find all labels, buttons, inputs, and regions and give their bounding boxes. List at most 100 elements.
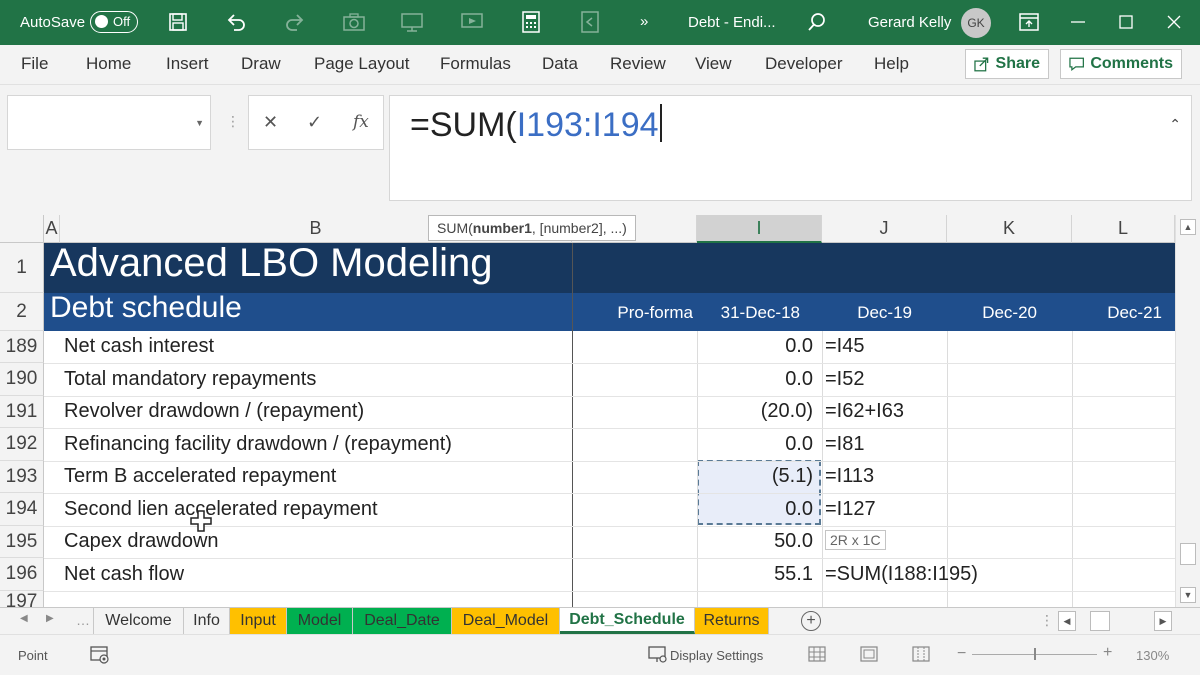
formula-bar-resize-handle[interactable]: ⋮	[226, 113, 240, 130]
zoom-in-button[interactable]: +	[1103, 644, 1112, 662]
tab-help[interactable]: Help	[874, 54, 909, 74]
autosave-toggle[interactable]: Off	[90, 11, 138, 33]
screen-share-icon[interactable]	[460, 10, 484, 34]
cell-label-194[interactable]: Second lien accelerated repayment	[64, 498, 378, 521]
tab-home[interactable]: Home	[86, 54, 131, 74]
column-header-a[interactable]: A	[44, 215, 60, 243]
collapse-formula-bar-icon[interactable]: ⌃	[1169, 116, 1181, 133]
horizontal-scrollbar[interactable]: ◀ ▶	[1058, 611, 1176, 631]
maximize-icon[interactable]	[1114, 10, 1138, 34]
row-header-1[interactable]: 1	[0, 243, 44, 293]
tab-formulas[interactable]: Formulas	[440, 54, 511, 74]
cell-formula-j193[interactable]: =I113	[825, 465, 874, 488]
scroll-tabs-right-icon[interactable]: ▶	[46, 613, 54, 624]
formula-input[interactable]: =SUM(I193:I194 ⌃	[389, 95, 1192, 201]
cell-value-i194[interactable]: 0.0	[697, 498, 813, 521]
sheet-tab-debt-schedule[interactable]: Debt_Schedule	[560, 608, 695, 634]
row-header-192[interactable]: 192	[0, 428, 44, 461]
cell-value-i193[interactable]: (5.1)	[697, 465, 813, 488]
tab-review[interactable]: Review	[610, 54, 666, 74]
header-dec-21[interactable]: Dec-21	[1072, 303, 1162, 323]
page-break-preview-icon[interactable]	[912, 646, 930, 665]
sheet-tab-deal-model[interactable]: Deal_Model	[452, 608, 560, 634]
tab-draw[interactable]: Draw	[241, 54, 281, 74]
cell-label-193[interactable]: Term B accelerated repayment	[64, 465, 336, 488]
chevron-down-icon[interactable]: ▼	[195, 118, 204, 128]
cell-value-i191[interactable]: (20.0)	[697, 400, 813, 423]
save-icon[interactable]	[166, 10, 190, 34]
row-header-191[interactable]: 191	[0, 396, 44, 428]
cell-formula-j191[interactable]: =I62+I63	[825, 400, 904, 423]
minimize-icon[interactable]	[1066, 10, 1090, 34]
column-header-i[interactable]: I	[697, 215, 822, 243]
tab-view[interactable]: View	[695, 54, 732, 74]
share-button[interactable]: Share	[965, 49, 1049, 79]
sheet-tab-input[interactable]: Input	[230, 608, 287, 634]
sheet-tab-info[interactable]: Info	[184, 608, 230, 634]
zoom-out-button[interactable]: −	[957, 645, 966, 663]
sheet-tab-returns[interactable]: Returns	[695, 608, 769, 634]
avatar[interactable]: GK	[961, 8, 991, 38]
cell-formula-j194[interactable]: =I127	[825, 498, 876, 521]
cell-value-i189[interactable]: 0.0	[697, 335, 813, 358]
cell-label-196[interactable]: Net cash flow	[64, 563, 184, 586]
ribbon-display-icon[interactable]	[1017, 10, 1041, 34]
zoom-level[interactable]: 130%	[1136, 648, 1169, 663]
cell-formula-j189[interactable]: =I45	[825, 335, 864, 358]
row-header-196[interactable]: 196	[0, 558, 44, 591]
sheet-tab-model[interactable]: Model	[287, 608, 353, 634]
vertical-scrollbar[interactable]: ▲ ▼	[1175, 215, 1200, 607]
header-31-dec-18[interactable]: 31-Dec-18	[697, 303, 800, 323]
scroll-tabs-left-icon[interactable]: ◀	[20, 613, 28, 624]
overflow-icon[interactable]: »	[640, 13, 648, 30]
column-header-l[interactable]: L	[1072, 215, 1175, 243]
cell-formula-j196[interactable]: =SUM(I188:I195)	[825, 563, 978, 586]
insert-function-button[interactable]: fx	[353, 112, 369, 132]
close-icon[interactable]	[1162, 10, 1186, 34]
scroll-right-icon[interactable]: ▶	[1154, 611, 1172, 631]
select-all-corner[interactable]	[0, 215, 44, 243]
page-layout-view-icon[interactable]	[860, 646, 878, 665]
cell-value-i190[interactable]: 0.0	[697, 368, 813, 391]
row-header-195[interactable]: 195	[0, 526, 44, 558]
scroll-up-icon[interactable]: ▲	[1180, 219, 1196, 235]
header-pro-forma[interactable]: Pro-forma	[572, 303, 693, 323]
search-icon[interactable]	[805, 10, 829, 34]
scroll-left-icon[interactable]: ◀	[1058, 611, 1076, 631]
tab-data[interactable]: Data	[542, 54, 578, 74]
cell-formula-j190[interactable]: =I52	[825, 368, 864, 391]
tab-split-handle[interactable]: ⋮	[1040, 612, 1054, 629]
cell-label-191[interactable]: Revolver drawdown / (repayment)	[64, 400, 364, 423]
row-header-2[interactable]: 2	[0, 293, 44, 331]
tab-developer[interactable]: Developer	[765, 54, 843, 74]
row-header-193[interactable]: 193	[0, 461, 44, 493]
file-export-icon[interactable]	[578, 10, 602, 34]
cell-label-189[interactable]: Net cash interest	[64, 335, 214, 358]
row-header-190[interactable]: 190	[0, 363, 44, 396]
name-box[interactable]: ▼	[7, 95, 211, 150]
sheet-tab-deal-date[interactable]: Deal_Date	[353, 608, 452, 634]
cell-value-i195[interactable]: 50.0	[697, 530, 813, 553]
add-sheet-button[interactable]: +	[801, 611, 821, 631]
row-header-194[interactable]: 194	[0, 493, 44, 526]
scroll-thumb[interactable]	[1180, 543, 1196, 565]
zoom-slider-thumb[interactable]	[1034, 648, 1036, 660]
cancel-button[interactable]: ✕	[263, 112, 278, 133]
calculator-icon[interactable]	[519, 10, 543, 34]
row-header-197[interactable]: 197	[0, 591, 44, 607]
comments-button[interactable]: Comments	[1060, 49, 1182, 79]
tab-page-layout[interactable]: Page Layout	[314, 54, 409, 74]
header-dec-19[interactable]: Dec-19	[822, 303, 912, 323]
tooltip-current-arg[interactable]: number1	[473, 220, 532, 236]
tab-file[interactable]: File	[21, 54, 48, 74]
cell-value-i192[interactable]: 0.0	[697, 433, 813, 456]
header-dec-20[interactable]: Dec-20	[947, 303, 1037, 323]
column-header-k[interactable]: K	[947, 215, 1072, 243]
row-header-189[interactable]: 189	[0, 331, 44, 363]
cell-formula-j192[interactable]: =I81	[825, 433, 864, 456]
sheet-subtitle[interactable]: Debt schedule	[50, 291, 242, 325]
column-header-j[interactable]: J	[822, 215, 947, 243]
cell-label-192[interactable]: Refinancing facility drawdown / (repayme…	[64, 433, 452, 456]
sheet-title[interactable]: Advanced LBO Modeling	[50, 241, 493, 286]
macro-recording-icon[interactable]	[90, 646, 110, 667]
